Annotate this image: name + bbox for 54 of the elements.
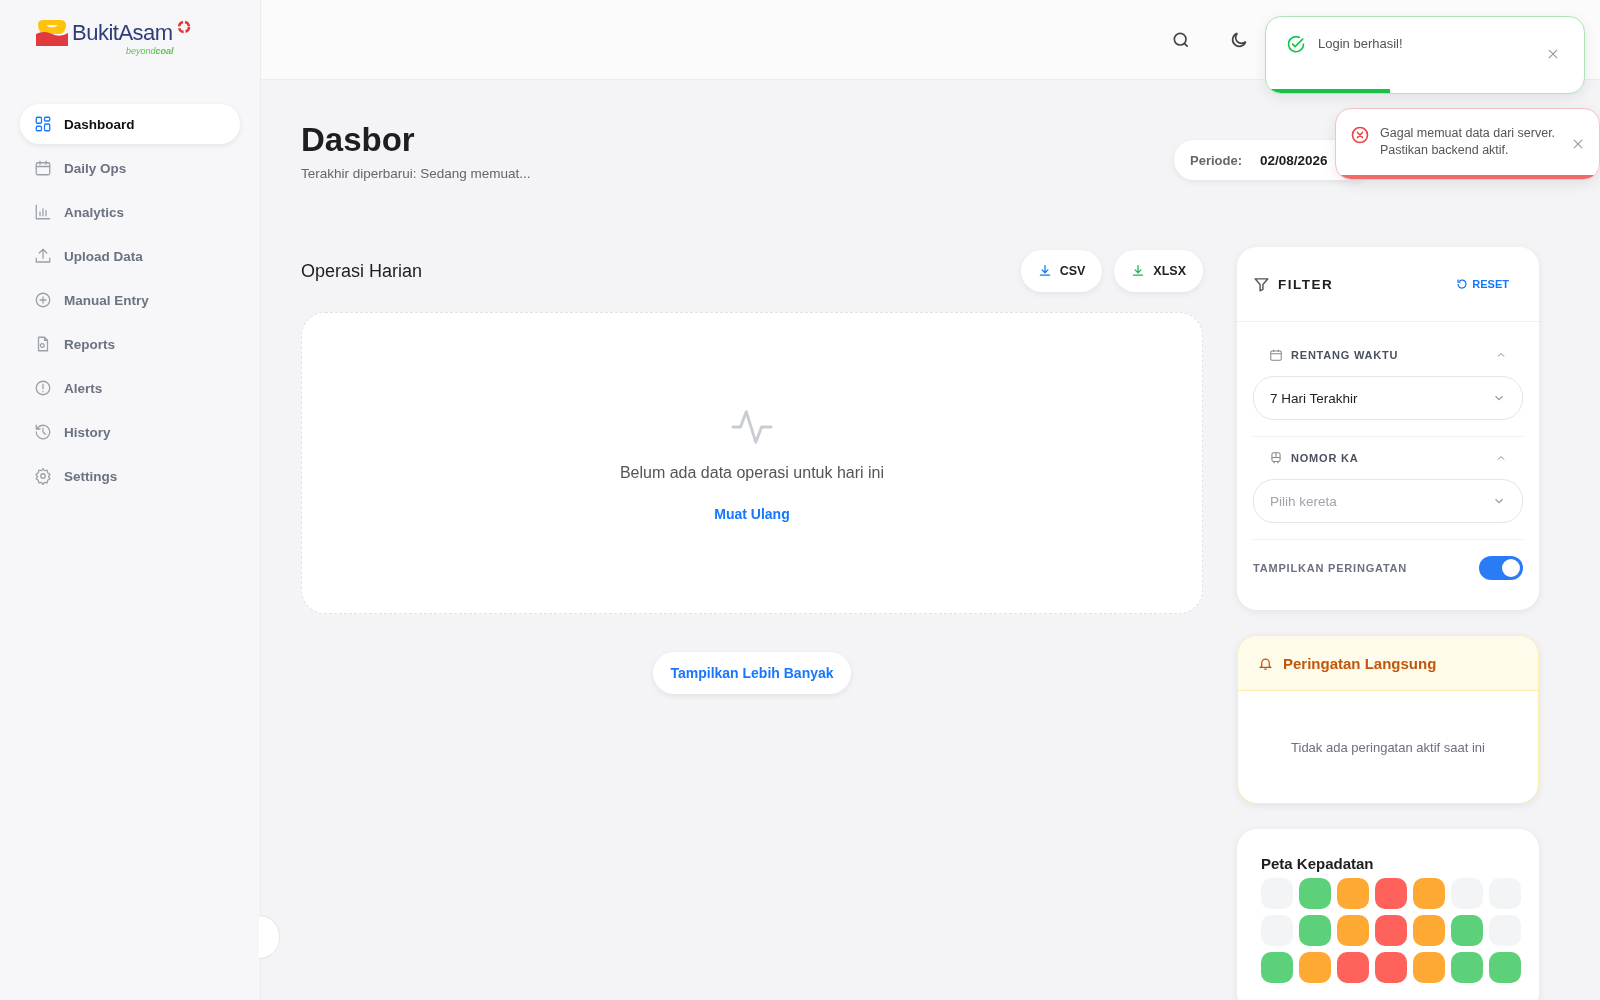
train-icon [1269, 451, 1283, 465]
x-circle-icon [1350, 125, 1370, 145]
reload-link[interactable]: Muat Ulang [714, 506, 790, 522]
calendar-icon [34, 159, 52, 177]
dashboard-icon [34, 115, 52, 133]
page-subtitle: Terakhir diperbarui: Sedang memuat... [301, 166, 532, 181]
export-button[interactable]: CSV [1020, 250, 1103, 292]
toggle-switch[interactable] [1479, 556, 1523, 580]
alert-icon [34, 379, 52, 397]
logo-name: BukitAsam [72, 20, 173, 46]
calendar-icon [1269, 348, 1283, 362]
close-icon[interactable] [1571, 137, 1585, 151]
sidebar-item[interactable]: Alerts [20, 368, 240, 408]
bell-icon [1258, 655, 1273, 671]
toggle-label: TAMPILKAN PERINGATAN [1253, 562, 1409, 574]
logo-ring-icon [176, 20, 191, 34]
filter-icon [1253, 275, 1270, 293]
heatmap-title: Peta Kepadatan [1261, 855, 1375, 872]
history-icon [34, 423, 52, 441]
download-icon [1131, 264, 1146, 278]
select-field[interactable]: 7 Hari Terakhir [1253, 376, 1523, 420]
filter-group-label: RENTANG WAKTU [1291, 349, 1400, 361]
page-title: Dasbor [301, 120, 416, 160]
sidebar-item[interactable]: History [20, 412, 240, 452]
download-icon [1037, 264, 1052, 278]
export-button[interactable]: XLSX [1114, 250, 1203, 292]
show-more-button[interactable]: Tampilkan Lebih Banyak [653, 652, 851, 694]
close-icon[interactable] [1546, 47, 1560, 61]
check-circle-icon [1286, 35, 1306, 55]
upload-icon [34, 247, 52, 265]
select-field[interactable]: Pilih kereta [1253, 479, 1523, 523]
sidebar-item[interactable]: Upload Data [20, 236, 240, 276]
collapse-handle[interactable] [259, 915, 280, 959]
reset-button[interactable]: RESET [1456, 278, 1509, 290]
filter-group-label: NOMOR KA [1291, 452, 1360, 464]
toast-message: Gagal memuat data dari server. Pastikan backend aktif. [1380, 125, 1557, 159]
sidebar-item[interactable]: Analytics [20, 192, 240, 232]
alerts-empty-message: Tidak ada peringatan aktif saat ini [1290, 738, 1486, 757]
logo-tagline: beyondcoal [126, 46, 175, 56]
settings-icon [34, 467, 52, 485]
section-title: Operasi Harian [301, 260, 423, 282]
reset-icon [1456, 278, 1469, 290]
chart-icon [34, 203, 52, 221]
alerts-title: Peringatan Langsung [1283, 654, 1437, 672]
logo-icon [36, 20, 68, 46]
filter-title: FILTER [1278, 276, 1335, 292]
sidebar-item[interactable]: Daily Ops [20, 148, 240, 188]
empty-message: Belum ada data operasi untuk hari ini [619, 464, 885, 482]
sidebar-item[interactable]: Reports [20, 324, 240, 364]
toast-message: Login berhasil! [1318, 35, 1404, 52]
sidebar-item[interactable]: Dashboard [20, 104, 240, 144]
sidebar-item[interactable]: Manual Entry [20, 280, 240, 320]
sidebar-item[interactable]: Settings [20, 456, 240, 496]
plus-icon [34, 291, 52, 309]
